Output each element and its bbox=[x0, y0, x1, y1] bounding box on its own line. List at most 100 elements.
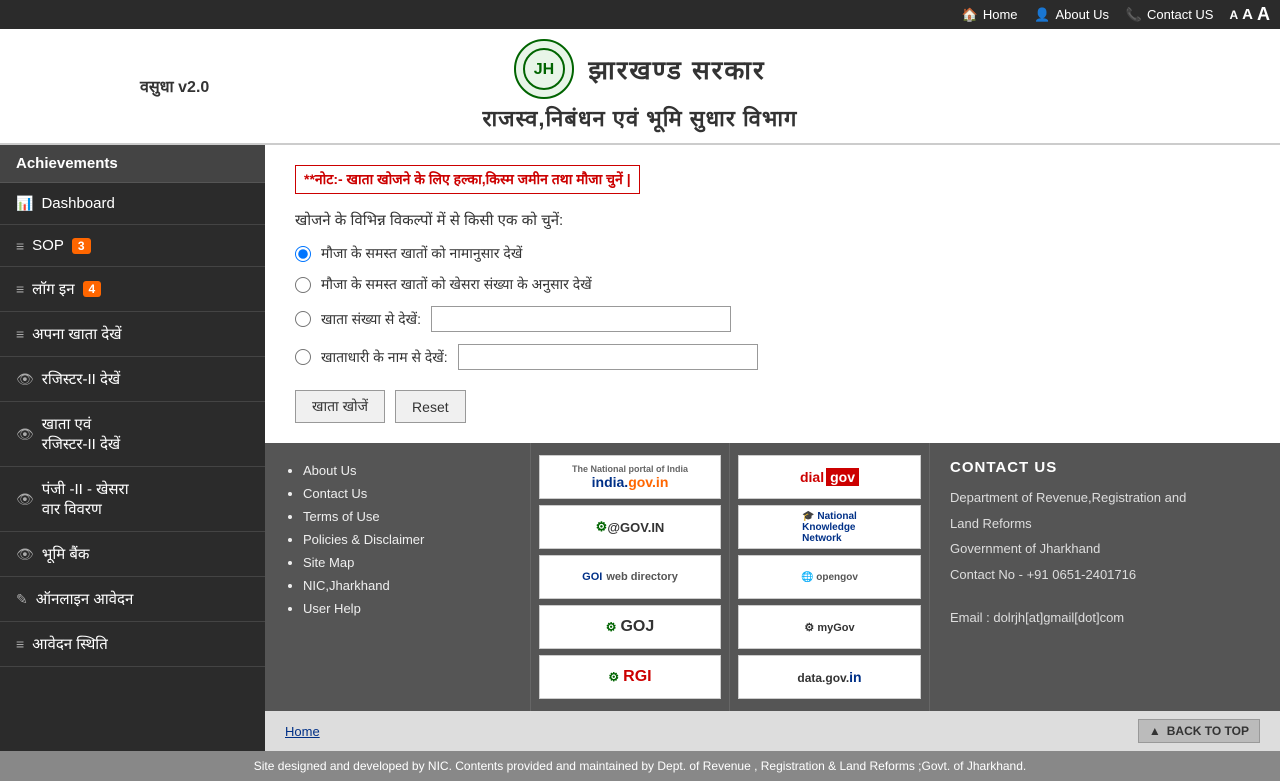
about-us-label: About Us bbox=[1056, 7, 1109, 22]
footer-link-policies[interactable]: Policies & Disclaimer bbox=[303, 532, 510, 547]
font-small-button[interactable]: A bbox=[1229, 8, 1238, 22]
sidebar-item-my-account[interactable]: ≡ अपना खाता देखें bbox=[0, 312, 265, 357]
sidebar: Achievements 📊 Dashboard ≡ SOP 3 ≡ लॉग इ… bbox=[0, 145, 265, 751]
footer-links: About Us Contact Us Terms of Use Policie… bbox=[265, 443, 530, 711]
search-heading: खोजने के विभिन्न विकल्पों में से किसी एक… bbox=[295, 210, 1250, 230]
contact-us-label: Contact US bbox=[1147, 7, 1213, 22]
vasudha-label: वसुधा v2.0 bbox=[140, 75, 209, 97]
footer-link-help[interactable]: User Help bbox=[303, 601, 510, 616]
logo-data-gov[interactable]: data.gov.in bbox=[738, 655, 921, 699]
footer-section: About Us Contact Us Terms of Use Policie… bbox=[265, 443, 1280, 711]
radio-item-1[interactable]: मौजा के समस्त खातों को नामानुसार देखें bbox=[295, 244, 1250, 263]
back-to-top-button[interactable]: ▲ BACK TO TOP bbox=[1138, 719, 1260, 743]
sop-badge: 3 bbox=[72, 238, 91, 254]
sidebar-item-app-status[interactable]: ≡ आवेदन स्थिति bbox=[0, 622, 265, 667]
radio-accountno[interactable] bbox=[295, 311, 311, 327]
main-layout: Achievements 📊 Dashboard ≡ SOP 3 ≡ लॉग इ… bbox=[0, 145, 1280, 751]
phone-icon: 📞 bbox=[1125, 6, 1143, 24]
font-medium-button[interactable]: A bbox=[1242, 6, 1253, 23]
login-icon: ≡ bbox=[16, 281, 24, 297]
sidebar-item-label: आवेदन स्थिति bbox=[32, 634, 108, 654]
content-main: **नोट:- खाता खोजने के लिए हल्का,किस्म जम… bbox=[265, 145, 1280, 443]
register2-icon: 👁 bbox=[16, 371, 34, 388]
about-us-link[interactable]: 👤 About Us bbox=[1034, 6, 1109, 24]
back-to-top-icon: ▲ bbox=[1149, 724, 1161, 738]
svg-text:JH: JH bbox=[534, 61, 554, 78]
sidebar-item-label: लॉग इन bbox=[32, 279, 74, 299]
home-icon: 🏠 bbox=[961, 6, 979, 24]
holder-name-input[interactable] bbox=[458, 344, 758, 370]
footer-contact: CONTACT US Department of Revenue,Registr… bbox=[930, 443, 1280, 711]
dashboard-icon: 📊 bbox=[16, 195, 33, 212]
logo-opengov[interactable]: 🌐 opengov bbox=[738, 555, 921, 599]
home-label: Home bbox=[983, 7, 1018, 22]
logo-dial-gov[interactable]: dial gov bbox=[738, 455, 921, 499]
footer-link-sitemap[interactable]: Site Map bbox=[303, 555, 510, 570]
sidebar-item-panji[interactable]: 👁 पंजी -II - खेसरावार विवरण bbox=[0, 467, 265, 532]
contact-us-link[interactable]: 📞 Contact US bbox=[1125, 6, 1213, 24]
account-icon: ≡ bbox=[16, 326, 24, 342]
logo-india-gov[interactable]: The National portal of India india.gov.i… bbox=[539, 455, 721, 499]
radio-khesrawise[interactable] bbox=[295, 277, 311, 293]
radio-item-4[interactable]: खाताधारी के नाम से देखें: bbox=[295, 344, 1250, 370]
sidebar-item-label: पंजी -II - खेसरावार विवरण bbox=[42, 479, 129, 519]
radio-holdername[interactable] bbox=[295, 349, 311, 365]
sidebar-item-bhumi-bank[interactable]: 👁 भूमि बैंक bbox=[0, 532, 265, 577]
footer-logos-right: dial gov 🎓 NationalKnowledgeNetwork 🌐 op… bbox=[730, 443, 930, 711]
sidebar-item-label: Dashboard bbox=[41, 195, 114, 212]
note-text: **नोट:- खाता खोजने के लिए हल्का,किस्म जम… bbox=[295, 165, 640, 194]
app-status-icon: ≡ bbox=[16, 636, 24, 652]
logo-goj[interactable]: ⚙ GOJ bbox=[539, 605, 721, 649]
sidebar-item-dashboard[interactable]: 📊 Dashboard bbox=[0, 183, 265, 225]
site-info-text: Site designed and developed by NIC. Cont… bbox=[254, 759, 1026, 773]
jharkhand-logo: JH bbox=[514, 39, 574, 99]
sidebar-item-online-application[interactable]: ✎ ऑनलाइन आवेदन bbox=[0, 577, 265, 622]
sidebar-item-label: अपना खाता देखें bbox=[32, 324, 121, 344]
logo-rgi[interactable]: ⚙ RGI bbox=[539, 655, 721, 699]
radio-namewise[interactable] bbox=[295, 246, 311, 262]
header: वसुधा v2.0 JH झारखण्ड सरकार राजस्व,निबंध… bbox=[0, 29, 1280, 145]
sidebar-item-label: खाता एवंरजिस्टर-II देखें bbox=[42, 414, 120, 454]
sidebar-item-khata-register[interactable]: 👁 खाता एवंरजिस्टर-II देखें bbox=[0, 402, 265, 467]
govt-name: झारखण्ड सरकार bbox=[588, 51, 765, 87]
home-link[interactable]: 🏠 Home bbox=[961, 6, 1018, 24]
font-size-controls: A A A bbox=[1229, 4, 1270, 25]
panji-icon: 👁 bbox=[16, 491, 34, 508]
reset-button[interactable]: Reset bbox=[395, 390, 466, 423]
sidebar-item-login[interactable]: ≡ लॉग इन 4 bbox=[0, 267, 265, 312]
bhumi-bank-icon: 👁 bbox=[16, 546, 34, 563]
login-badge: 4 bbox=[83, 281, 102, 297]
footer-link-terms[interactable]: Terms of Use bbox=[303, 509, 510, 524]
radio-item-2[interactable]: मौजा के समस्त खातों को खेसरा संख्या के अ… bbox=[295, 275, 1250, 294]
logo-mygov[interactable]: ⚙ myGov bbox=[738, 605, 921, 649]
button-row: खाता खोजें Reset bbox=[295, 390, 1250, 423]
about-icon: 👤 bbox=[1034, 6, 1052, 24]
sidebar-achievements: Achievements bbox=[0, 145, 265, 183]
bottom-bar: Home ▲ BACK TO TOP bbox=[265, 711, 1280, 751]
account-number-input[interactable] bbox=[431, 306, 731, 332]
sidebar-item-label: ऑनलाइन आवेदन bbox=[36, 589, 134, 609]
home-bottom-link[interactable]: Home bbox=[285, 724, 320, 739]
contact-heading: CONTACT US bbox=[950, 459, 1260, 476]
right-content: **नोट:- खाता खोजने के लिए हल्का,किस्म जम… bbox=[265, 145, 1280, 751]
logo-goi-web[interactable]: GOI web directory bbox=[539, 555, 721, 599]
footer-link-about[interactable]: About Us bbox=[303, 463, 510, 478]
search-button[interactable]: खाता खोजें bbox=[295, 390, 385, 423]
footer-link-contact[interactable]: Contact Us bbox=[303, 486, 510, 501]
top-bar: 🏠 Home 👤 About Us 📞 Contact US A A A bbox=[0, 0, 1280, 29]
footer-link-nic[interactable]: NIC,Jharkhand bbox=[303, 578, 510, 593]
dept-name: राजस्व,निबंधन एवं भूमि सुधार विभाग bbox=[483, 103, 798, 133]
font-large-button[interactable]: A bbox=[1257, 4, 1270, 25]
radio-item-3[interactable]: खाता संख्या से देखें: bbox=[295, 306, 1250, 332]
sidebar-item-label: भूमि बैंक bbox=[42, 544, 90, 564]
logo-gov-in[interactable]: ⚙ @GOV.IN bbox=[539, 505, 721, 549]
sidebar-item-register2[interactable]: 👁 रजिस्टर-II देखें bbox=[0, 357, 265, 402]
khata-register-icon: 👁 bbox=[16, 426, 34, 443]
site-info-bar: Site designed and developed by NIC. Cont… bbox=[0, 751, 1280, 781]
sidebar-item-label: SOP bbox=[32, 237, 64, 254]
radio-group: मौजा के समस्त खातों को नामानुसार देखें म… bbox=[295, 244, 1250, 370]
footer-logos-left: The National portal of India india.gov.i… bbox=[530, 443, 730, 711]
sidebar-item-label: रजिस्टर-II देखें bbox=[42, 369, 120, 389]
sidebar-item-sop[interactable]: ≡ SOP 3 bbox=[0, 225, 265, 267]
logo-knowledge-network[interactable]: 🎓 NationalKnowledgeNetwork bbox=[738, 505, 921, 549]
